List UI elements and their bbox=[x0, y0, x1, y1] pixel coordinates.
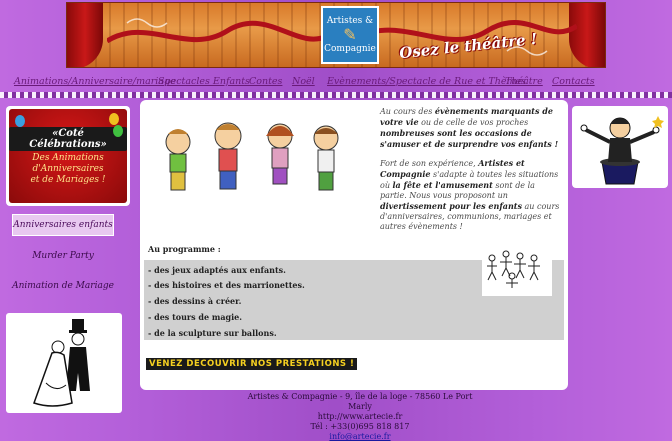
intro-p2-d: la fête et l'amusement bbox=[392, 180, 493, 190]
intro-paragraph-2: Fort de son expérience, Artistes et Comp… bbox=[380, 158, 562, 232]
intro-p2-a: Fort de son expérience, bbox=[380, 159, 479, 168]
celebrations-promo[interactable]: «Coté Célébrations» Des Animations d'Ann… bbox=[6, 106, 130, 206]
footer-url: http://www.artecie.fr bbox=[317, 412, 403, 421]
promo-line1: Des Animations bbox=[32, 152, 104, 163]
nav-theatre[interactable]: Théâtre bbox=[505, 76, 543, 87]
program-item: - de la sculpture sur ballons. bbox=[148, 328, 277, 338]
balloon-icon bbox=[109, 113, 119, 125]
wedding-couple-illustration bbox=[6, 313, 122, 413]
nav-contes[interactable]: Contes bbox=[249, 76, 282, 87]
program-item: - des histoires et des marrionettes. bbox=[148, 280, 305, 290]
program-item: - des tours de magie. bbox=[148, 312, 243, 322]
nav-contacts[interactable]: Contacts bbox=[552, 76, 595, 87]
nav-evenements[interactable]: Evènements/Spectacle de Rue et Thèmes bbox=[327, 76, 526, 87]
nav-spectacles-enfants[interactable]: Spectacles Enfants bbox=[158, 76, 250, 87]
nav-noel[interactable]: Noël bbox=[292, 76, 315, 87]
header-banner: Artistes & ✎ Compagnie Osez le théâtre ! bbox=[66, 2, 606, 68]
theatre-mask-icon: ✎ bbox=[343, 25, 357, 44]
program-item: - des dessins à créer. bbox=[148, 296, 242, 306]
discover-services-link[interactable]: VENEZ DECOUVRIR NOS PRESTATIONS ! bbox=[146, 358, 358, 370]
balloon-icon bbox=[15, 115, 25, 127]
intro-p1-a: Au cours des bbox=[380, 107, 435, 116]
sidebar-item-murder-party[interactable]: Murder Party bbox=[12, 251, 114, 261]
intro-p1-c: ou de celle de vos proches bbox=[418, 118, 529, 127]
site-logo[interactable]: Artistes & ✎ Compagnie bbox=[321, 6, 379, 64]
nav-animations[interactable]: Animations/Anniversaire/mariage bbox=[14, 76, 176, 87]
footer-address: Artistes & Compagnie - 9, île de la loge… bbox=[247, 392, 473, 411]
main-content: Au cours des évènements marquants de vot… bbox=[140, 100, 568, 390]
sidebar-item-mariage[interactable]: Animation de Mariage bbox=[12, 281, 114, 291]
promo-panel: «Coté Célébrations» Des Animations d'Ann… bbox=[9, 109, 127, 203]
footer-phone: Tél : +33(0)695 818 817 bbox=[310, 422, 410, 431]
magician-illustration bbox=[572, 106, 668, 188]
program-title: Au programme : bbox=[148, 244, 221, 254]
magician-icon bbox=[580, 116, 664, 185]
promo-line3: et de Mariages ! bbox=[30, 174, 106, 185]
main-nav: Animations/Anniversaire/mariage Spectacl… bbox=[0, 76, 672, 92]
site-footer: Artistes & Compagnie - 9, île de la loge… bbox=[240, 392, 480, 441]
balloon-icon bbox=[113, 125, 123, 137]
wedding-couple-icon bbox=[33, 319, 90, 407]
logo-line2: Compagnie bbox=[324, 44, 376, 54]
intro-paragraph-1: Au cours des évènements marquants de vot… bbox=[380, 106, 562, 150]
promo-title: «Coté Célébrations» bbox=[9, 126, 127, 151]
intro-text: Au cours des évènements marquants de vot… bbox=[380, 106, 562, 240]
dancing-circle-illustration bbox=[482, 246, 552, 296]
jumping-kids-illustration bbox=[165, 122, 339, 191]
program-item: - des jeux adaptés aux enfants. bbox=[148, 265, 286, 275]
intro-p2-f: divertissement pour les enfants bbox=[380, 201, 522, 211]
intro-p1-d: nombreuses sont les occasions de s'amuse… bbox=[380, 128, 559, 149]
sidebar-item-anniversaires[interactable]: Anniversaires enfants bbox=[12, 214, 114, 236]
nav-divider bbox=[0, 92, 672, 98]
footer-email-link[interactable]: info@artecie.fr bbox=[329, 432, 390, 441]
promo-line2: d'Anniversaires bbox=[32, 163, 104, 174]
